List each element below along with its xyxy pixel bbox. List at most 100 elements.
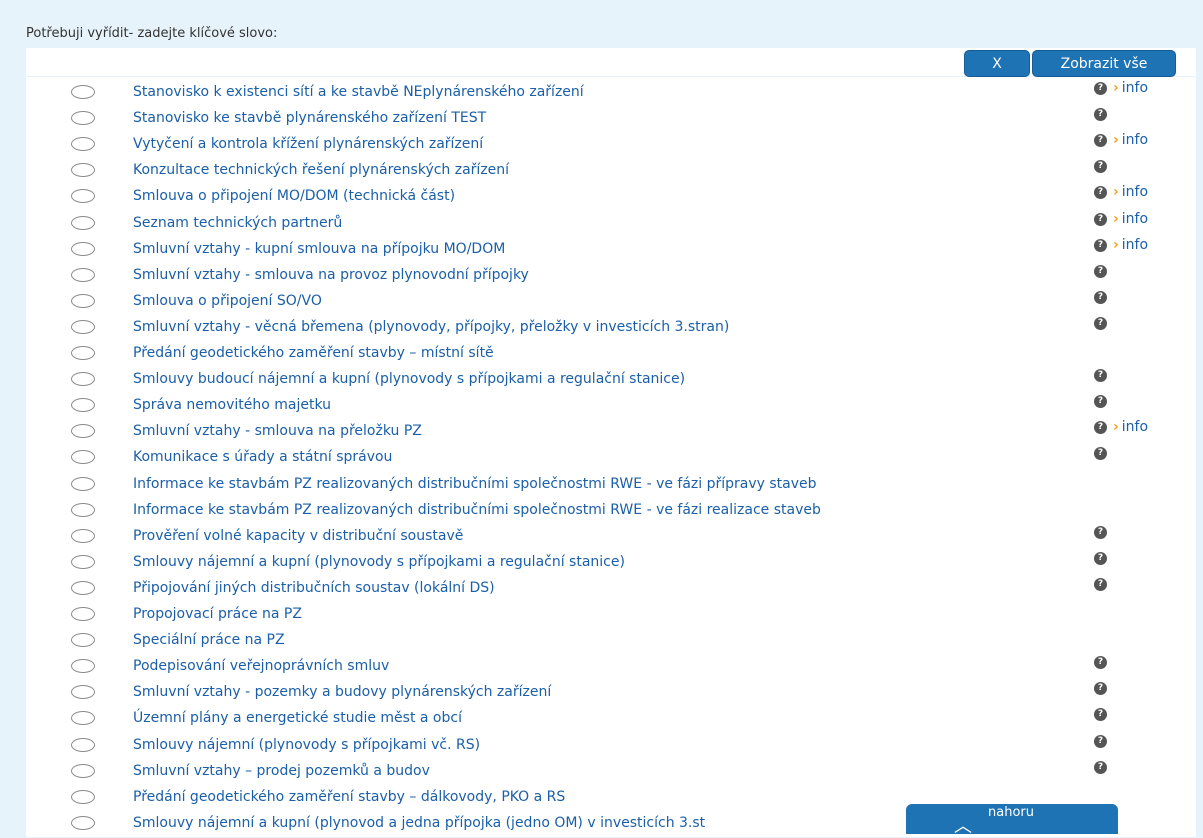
show-all-button[interactable]: Zobrazit vše — [1032, 50, 1176, 77]
list-item: Smluvní vztahy - kupní smlouva na přípoj… — [26, 236, 1196, 262]
help-icon[interactable]: ? — [1094, 369, 1107, 383]
back-to-top-button[interactable]: ︿ nahoru — [906, 804, 1118, 837]
radio-button[interactable] — [71, 293, 95, 308]
radio-button[interactable] — [71, 85, 95, 99]
list-item: Seznam technických partnerů? › info — [26, 210, 1196, 236]
radio-button[interactable] — [71, 163, 95, 178]
list-item-label[interactable]: Seznam technických partnerů — [133, 215, 342, 231]
list-item: Informace ke stavbám PZ realizovaných di… — [26, 497, 1196, 523]
info-link[interactable]: › info — [1113, 237, 1148, 253]
list-item-label[interactable]: Smluvní vztahy - smlouva na přeložku PZ — [133, 423, 422, 439]
help-icon[interactable]: ? — [1094, 290, 1107, 304]
radio-button[interactable] — [71, 685, 95, 700]
radio-button[interactable] — [71, 763, 95, 778]
list-item-label[interactable]: Podepisování veřejnoprávních smluv — [133, 658, 389, 674]
radio-button[interactable] — [71, 580, 95, 595]
help-icon[interactable]: ? — [1094, 108, 1107, 122]
list-item-label[interactable]: Informace ke stavbám PZ realizovaných di… — [133, 502, 821, 518]
list-item-label[interactable]: Smlouvy nájemní a kupní (plynovod a jedn… — [133, 815, 705, 831]
help-icon[interactable]: ? — [1094, 316, 1107, 330]
info-label: info — [1121, 184, 1149, 201]
info-link[interactable]: › info — [1113, 211, 1148, 227]
list-item-label[interactable]: Speciální práce na PZ — [133, 632, 285, 648]
list-item: Stanovisko k existenci sítí a ke stavbě … — [26, 79, 1196, 105]
radio-button[interactable] — [71, 346, 95, 360]
radio-button[interactable] — [71, 789, 95, 804]
list-item-label[interactable]: Smluvní vztahy - pozemky a budovy plynár… — [133, 684, 551, 700]
radio-button[interactable] — [71, 528, 95, 543]
radio-button[interactable] — [71, 633, 95, 648]
help-icon[interactable]: ? — [1094, 82, 1107, 95]
list-item-label[interactable]: Předání geodetického zaměření stavby – m… — [133, 345, 494, 361]
help-icon[interactable]: ? — [1094, 708, 1107, 722]
list-item-label[interactable]: Smluvní vztahy – prodej pozemků a budov — [133, 763, 430, 779]
help-icon[interactable]: ? — [1094, 525, 1107, 539]
help-icon[interactable]: ? — [1094, 395, 1107, 409]
list-item-label[interactable]: Informace ke stavbám PZ realizovaných di… — [133, 476, 817, 492]
radio-button[interactable] — [71, 398, 95, 413]
help-icon[interactable]: ? — [1094, 577, 1107, 591]
info-label: info — [1121, 236, 1149, 253]
list-item-label[interactable]: Prověření volné kapacity v distribuční s… — [133, 528, 463, 544]
info-link[interactable]: › info — [1113, 132, 1148, 148]
radio-button[interactable] — [71, 815, 95, 830]
list-item-label[interactable]: Komunikace s úřady a státní správou — [133, 449, 392, 465]
help-icon[interactable]: ? — [1094, 656, 1107, 670]
list-item-label[interactable]: Správa nemovitého majetku — [133, 397, 331, 413]
help-icon[interactable]: ? — [1094, 551, 1107, 565]
list-item-label[interactable]: Propojovací práce na PZ — [133, 606, 302, 622]
list-item-label[interactable]: Smluvní vztahy - kupní smlouva na přípoj… — [133, 241, 505, 257]
clear-button[interactable]: X — [964, 50, 1030, 77]
radio-button[interactable] — [71, 424, 95, 439]
list-item-label[interactable]: Smlouvy nájemní a kupní (plynovody s pří… — [133, 554, 625, 570]
radio-button[interactable] — [71, 711, 95, 726]
radio-button[interactable] — [71, 215, 95, 230]
list-item: Vytyčení a kontrola křížení plynárenskýc… — [26, 131, 1196, 157]
help-icon[interactable]: ? — [1094, 421, 1107, 435]
list-item-label[interactable]: Stanovisko ke stavbě plynárenského zaříz… — [133, 110, 486, 126]
list-item-label[interactable]: Smluvní vztahy - smlouva na provoz plyno… — [133, 267, 529, 283]
radio-button[interactable] — [71, 476, 95, 491]
list-item: Smlouvy nájemní (plynovody s přípojkami … — [26, 732, 1196, 758]
list-item-label[interactable]: Územní plány a energetické studie měst a… — [133, 710, 462, 726]
list-item-label[interactable]: Smlouva o připojení SO/VO — [133, 293, 322, 309]
help-icon[interactable]: ? — [1094, 186, 1107, 200]
list-item-label[interactable]: Konzultace technických řešení plynárensk… — [133, 162, 509, 178]
radio-button[interactable] — [71, 137, 95, 152]
list-item-label[interactable]: Smlouvy budoucí nájemní a kupní (plynovo… — [133, 371, 685, 387]
radio-button[interactable] — [71, 111, 95, 126]
list-item: Smluvní vztahy – prodej pozemků a budov? — [26, 758, 1196, 784]
help-icon[interactable]: ? — [1094, 447, 1107, 461]
list-item-label[interactable]: Vytyčení a kontrola křížení plynárenskýc… — [133, 136, 483, 152]
list-item-label[interactable]: Smlouva o připojení MO/DOM (technická čá… — [133, 188, 455, 204]
list-item: Smluvní vztahy - smlouva na přeložku PZ?… — [26, 418, 1196, 444]
help-icon[interactable]: ? — [1094, 682, 1107, 696]
info-label: info — [1121, 132, 1149, 149]
info-link[interactable]: › info — [1113, 80, 1148, 96]
radio-button[interactable] — [71, 607, 95, 621]
radio-button[interactable] — [71, 659, 95, 674]
radio-button[interactable] — [71, 372, 95, 387]
radio-button[interactable] — [71, 241, 95, 256]
info-link[interactable]: › info — [1113, 419, 1148, 435]
list-item-label[interactable]: Stanovisko k existenci sítí a ke stavbě … — [133, 84, 584, 100]
help-icon[interactable]: ? — [1094, 264, 1107, 278]
radio-button[interactable] — [71, 319, 95, 334]
help-icon[interactable]: ? — [1094, 212, 1107, 226]
help-icon[interactable]: ? — [1094, 160, 1107, 174]
list-item-label[interactable]: Smlouvy nájemní (plynovody s přípojkami … — [133, 737, 480, 753]
radio-button[interactable] — [71, 737, 95, 752]
help-icon[interactable]: ? — [1094, 760, 1107, 774]
info-link[interactable]: › info — [1113, 184, 1148, 200]
radio-button[interactable] — [71, 267, 95, 282]
help-icon[interactable]: ? — [1094, 134, 1107, 148]
radio-button[interactable] — [71, 189, 95, 204]
radio-button[interactable] — [71, 502, 95, 517]
radio-button[interactable] — [71, 450, 95, 465]
radio-button[interactable] — [71, 554, 95, 569]
help-icon[interactable]: ? — [1094, 734, 1107, 748]
list-item-label[interactable]: Smluvní vztahy - věcná břemena (plynovod… — [133, 319, 729, 335]
list-item-label[interactable]: Připojování jiných distribučních soustav… — [133, 580, 495, 596]
list-item-label[interactable]: Předání geodetického zaměření stavby – d… — [133, 789, 565, 805]
help-icon[interactable]: ? — [1094, 238, 1107, 252]
